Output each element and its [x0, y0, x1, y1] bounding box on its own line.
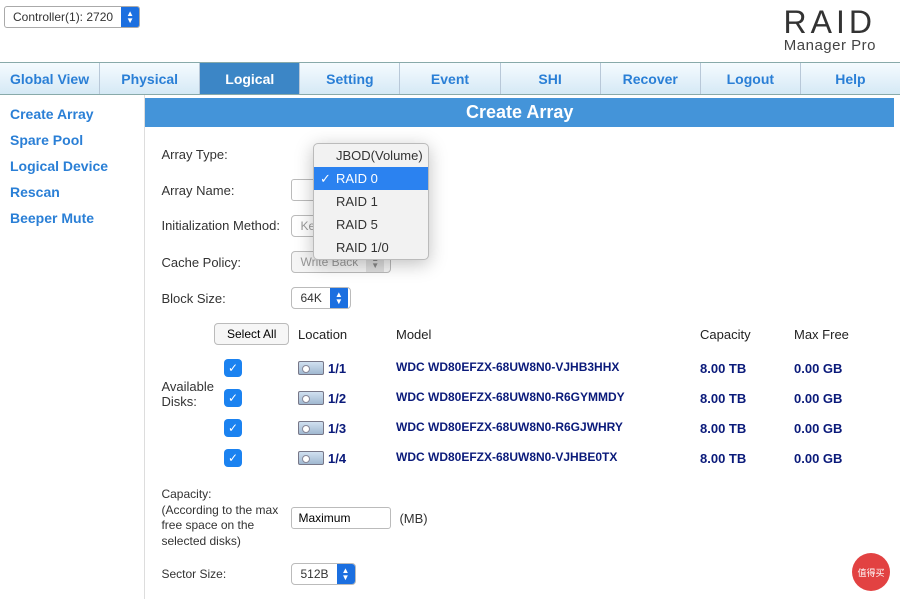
tab-global-view[interactable]: Global View — [0, 63, 100, 94]
disk-checkbox[interactable]: ✓ — [224, 389, 242, 407]
array-type-label: Array Type: — [161, 147, 291, 162]
col-location: Location — [298, 327, 388, 342]
disk-row: ✓ 1/2 WDC WD80EFZX-68UW8N0-R6GYMMDY 8.00 TB… — [214, 383, 884, 413]
select-all-button[interactable]: Select All — [214, 323, 289, 345]
disk-model: WDC WD80EFZX-68UW8N0-VJHB3HHX — [396, 361, 696, 374]
disk-maxfree: 0.00 GB — [794, 421, 884, 436]
tab-physical[interactable]: Physical — [100, 63, 200, 94]
sector-size-label: Sector Size: — [161, 567, 291, 583]
block-size-label: Block Size: — [161, 291, 291, 306]
array-type-option[interactable]: JBOD(Volume) — [314, 144, 428, 167]
disk-location: 1/1 — [328, 361, 346, 376]
disk-row: ✓ 1/3 WDC WD80EFZX-68UW8N0-R6GJWHRY 8.00 TB… — [214, 413, 884, 443]
disk-location: 1/3 — [328, 421, 346, 436]
disk-model: WDC WD80EFZX-68UW8N0-R6GJWHRY — [396, 421, 696, 434]
sector-size-select[interactable]: 512B ▲▼ — [291, 563, 355, 585]
cache-policy-label: Cache Policy: — [161, 255, 291, 270]
capacity-input[interactable] — [291, 507, 391, 529]
controller-select[interactable]: Controller(1): 2720 ▲▼ — [4, 6, 140, 28]
disk-checkbox[interactable]: ✓ — [224, 419, 242, 437]
capacity-label: Capacity: (According to the max free spa… — [161, 487, 291, 549]
array-type-option[interactable]: RAID 1/0 — [314, 236, 428, 259]
tab-shi[interactable]: SHI — [501, 63, 601, 94]
block-size-select[interactable]: 64K ▲▼ — [291, 287, 351, 309]
disk-maxfree: 0.00 GB — [794, 391, 884, 406]
hdd-icon — [298, 391, 324, 405]
disk-location: 1/2 — [328, 391, 346, 406]
array-name-label: Array Name: — [161, 183, 291, 198]
disk-checkbox[interactable]: ✓ — [224, 359, 242, 377]
disk-model: WDC WD80EFZX-68UW8N0-VJHBE0TX — [396, 451, 696, 464]
col-maxfree: Max Free — [794, 327, 884, 342]
tab-logical[interactable]: Logical — [200, 63, 300, 94]
disk-checkbox[interactable]: ✓ — [224, 449, 242, 467]
tab-recover[interactable]: Recover — [601, 63, 701, 94]
tab-event[interactable]: Event — [400, 63, 500, 94]
disk-maxfree: 0.00 GB — [794, 451, 884, 466]
array-type-option[interactable]: RAID 0 — [314, 167, 428, 190]
sidebar-item-beeper-mute[interactable]: Beeper Mute — [10, 205, 134, 231]
disk-capacity: 8.00 TB — [700, 391, 790, 406]
panel-title: Create Array — [145, 98, 894, 127]
nav-bar: Global ViewPhysicalLogicalSettingEventSH… — [0, 62, 900, 95]
disk-row: ✓ 1/1 WDC WD80EFZX-68UW8N0-VJHB3HHX 8.00 TB… — [214, 353, 884, 383]
brand-logo: RAID Manager Pro — [784, 6, 876, 53]
array-type-option[interactable]: RAID 1 — [314, 190, 428, 213]
sidebar-item-create-array[interactable]: Create Array — [10, 101, 134, 127]
array-type-dropdown[interactable]: JBOD(Volume)RAID 0RAID 1RAID 5RAID 1/0 — [313, 143, 429, 260]
sidebar-item-rescan[interactable]: Rescan — [10, 179, 134, 205]
tab-setting[interactable]: Setting — [300, 63, 400, 94]
hdd-icon — [298, 451, 324, 465]
array-type-option[interactable]: RAID 5 — [314, 213, 428, 236]
capacity-unit: (MB) — [399, 511, 427, 526]
disk-location: 1/4 — [328, 451, 346, 466]
sidebar-item-spare-pool[interactable]: Spare Pool — [10, 127, 134, 153]
init-method-label: Initialization Method: — [161, 218, 291, 234]
disk-model: WDC WD80EFZX-68UW8N0-R6GYMMDY — [396, 391, 696, 404]
watermark-icon: 值得买 — [852, 553, 890, 591]
disk-capacity: 8.00 TB — [700, 451, 790, 466]
hdd-icon — [298, 361, 324, 375]
sidebar-item-logical-device[interactable]: Logical Device — [10, 153, 134, 179]
col-capacity: Capacity — [700, 327, 790, 342]
tab-help[interactable]: Help — [801, 63, 900, 94]
hdd-icon — [298, 421, 324, 435]
sidebar: Create ArraySpare PoolLogical DeviceResc… — [0, 95, 145, 599]
updown-icon: ▲▼ — [121, 7, 139, 27]
updown-icon: ▲▼ — [337, 564, 355, 584]
disk-capacity: 8.00 TB — [700, 361, 790, 376]
updown-icon: ▲▼ — [330, 288, 348, 308]
disk-maxfree: 0.00 GB — [794, 361, 884, 376]
controller-select-text: Controller(1): 2720 — [5, 10, 121, 24]
available-disks-label: Available Disks: — [161, 379, 214, 409]
tab-logout[interactable]: Logout — [701, 63, 801, 94]
col-model: Model — [396, 327, 696, 342]
disk-row: ✓ 1/4 WDC WD80EFZX-68UW8N0-VJHBE0TX 8.00 TB… — [214, 443, 884, 473]
disk-capacity: 8.00 TB — [700, 421, 790, 436]
